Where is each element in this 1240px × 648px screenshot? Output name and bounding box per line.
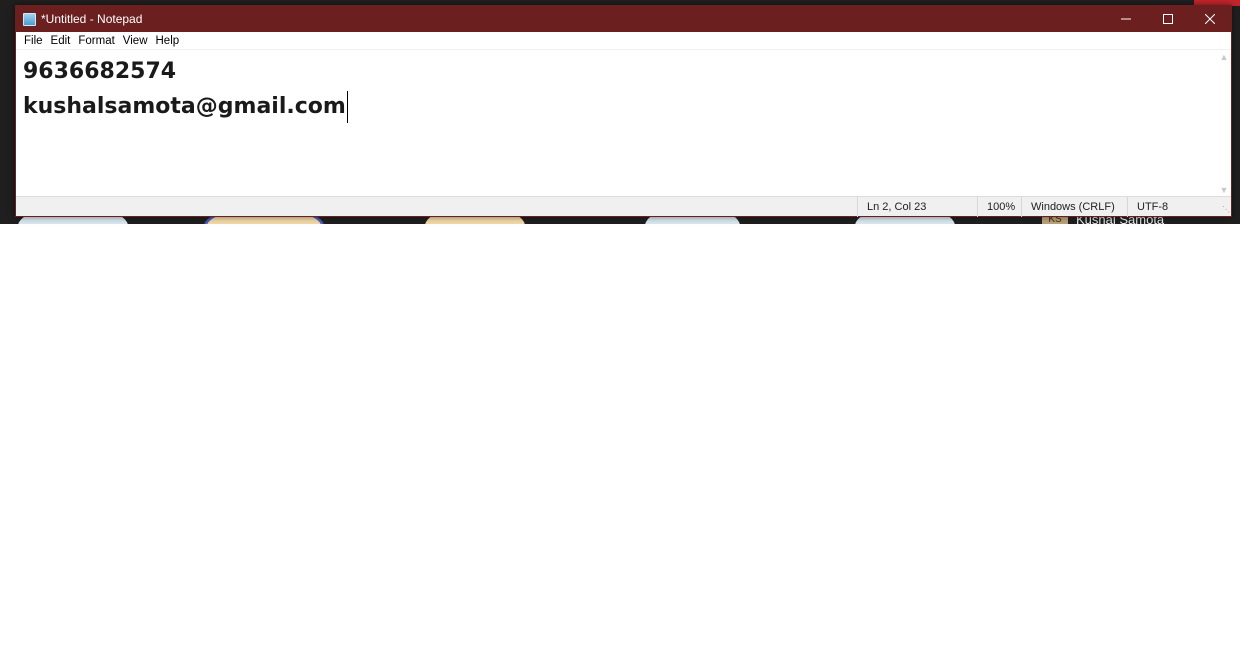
close-button[interactable] <box>1189 6 1231 32</box>
menu-bar: File Edit Format View Help <box>16 32 1231 50</box>
text-caret <box>346 91 348 123</box>
menu-format[interactable]: Format <box>74 35 118 47</box>
status-bar: Ln 2, Col 23 100% Windows (CRLF) UTF-8 ⋱ <box>16 196 1231 217</box>
line-text: 9636682574 <box>23 59 177 84</box>
caption-buttons <box>1105 6 1231 32</box>
minimize-icon <box>1121 14 1131 24</box>
close-icon <box>1205 14 1215 24</box>
maximize-icon <box>1163 14 1173 24</box>
menu-view[interactable]: View <box>119 35 152 47</box>
encoding: UTF-8 <box>1127 196 1231 217</box>
title-bar[interactable]: *Untitled - Notepad <box>16 6 1231 32</box>
line-text: kushalsamota@gmail.com <box>23 94 346 119</box>
vertical-scrollbar[interactable]: ▲ ▼ <box>1217 50 1231 197</box>
menu-help[interactable]: Help <box>152 35 184 47</box>
text-line[interactable]: 9636682574 <box>23 54 1224 89</box>
cursor-position: Ln 2, Col 23 <box>857 196 977 217</box>
minimize-button[interactable] <box>1105 6 1147 32</box>
scroll-down-icon[interactable]: ▼ <box>1217 183 1231 197</box>
line-ending: Windows (CRLF) <box>1021 196 1127 217</box>
notepad-window: *Untitled - Notepad File Edit Format Vie… <box>15 5 1232 217</box>
maximize-button[interactable] <box>1147 6 1189 32</box>
menu-edit[interactable]: Edit <box>47 35 75 47</box>
text-line[interactable]: kushalsamota@gmail.com <box>23 89 1224 124</box>
resize-grip-icon[interactable]: ⋱ <box>1220 205 1230 215</box>
scroll-up-icon[interactable]: ▲ <box>1217 50 1231 64</box>
notepad-icon <box>23 12 36 26</box>
menu-file[interactable]: File <box>20 35 47 47</box>
text-editor[interactable]: 9636682574 kushalsamota@gmail.com ▲ ▼ <box>16 50 1231 197</box>
zoom-level: 100% <box>977 196 1021 217</box>
window-title: *Untitled - Notepad <box>41 12 143 26</box>
